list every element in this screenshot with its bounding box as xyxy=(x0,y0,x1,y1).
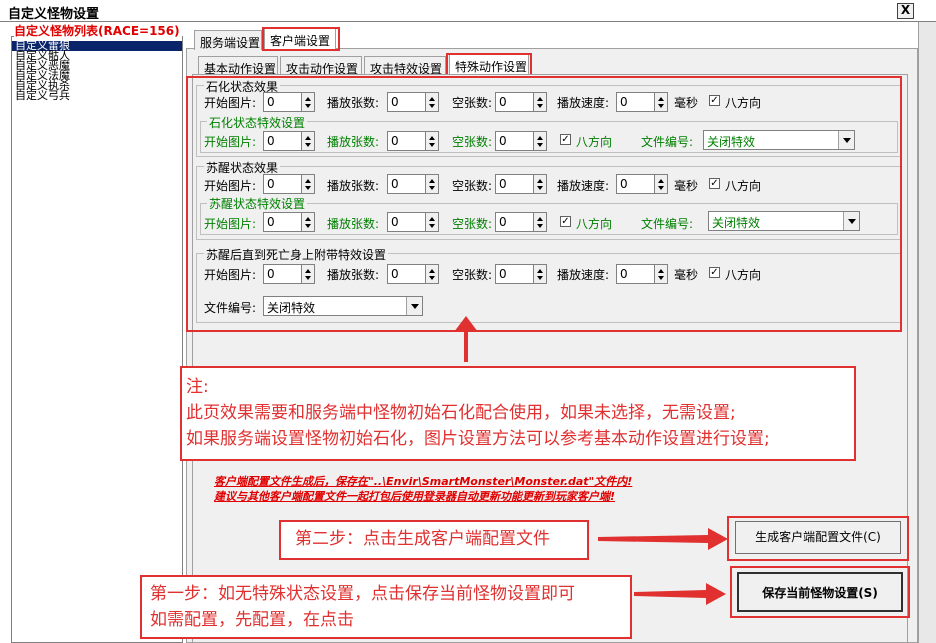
note-line-3: 如果服务端设置怪物初始石化，图片设置方法可以参考基本动作设置进行设置; xyxy=(186,429,770,449)
arrow-right-icon xyxy=(598,528,728,550)
step2-text: 第二步：点击生成客户端配置文件 xyxy=(295,529,550,549)
arrow-up-icon xyxy=(454,316,478,362)
note-line-1: 注: xyxy=(186,377,209,397)
close-button[interactable]: X xyxy=(897,3,914,19)
tab-attack-action[interactable]: 攻击动作设置 xyxy=(280,56,362,76)
step1-line-2: 如需配置，先配置，在点击 xyxy=(150,610,354,630)
highlight-box xyxy=(262,27,340,51)
scrollbar[interactable] xyxy=(918,22,936,643)
monster-list-header: 自定义怪物列表(RACE=156) xyxy=(14,22,182,39)
title-bar xyxy=(0,0,936,22)
tab-attack-effect[interactable]: 攻击特效设置 xyxy=(364,56,446,76)
info-line-2: 建议与其他客户端配置文件一起打包后使用登录器自动更新功能更新到玩家客户端! xyxy=(214,490,616,503)
info-line-1: 客户端配置文件生成后，保存在"..\Envir\SmartMonster\Mon… xyxy=(214,475,633,488)
tab-basic-action[interactable]: 基本动作设置 xyxy=(198,56,278,76)
list-item[interactable]: 自定义弓兵 xyxy=(12,90,182,101)
window-title: 自定义怪物设置 xyxy=(8,7,100,22)
step1-line-1: 第一步：如无特殊状态设置，点击保存当前怪物设置即可 xyxy=(150,584,575,604)
note-line-2: 此页效果需要和服务端中怪物初始石化配合使用，如果未选择，无需设置; xyxy=(186,403,736,423)
tab-server-settings[interactable]: 服务端设置 xyxy=(194,30,262,50)
highlight-box xyxy=(186,76,902,332)
save-monster-settings-button[interactable]: 保存当前怪物设置(S) xyxy=(737,572,903,612)
generate-client-config-button[interactable]: 生成客户端配置文件(C) xyxy=(735,521,901,554)
monster-list[interactable]: 自定义雷狼 自定义骷人 自定义恶魔 自定义法魔 自定义执杀 自定义弓兵 xyxy=(11,36,183,643)
arrow-right-icon xyxy=(634,583,726,605)
